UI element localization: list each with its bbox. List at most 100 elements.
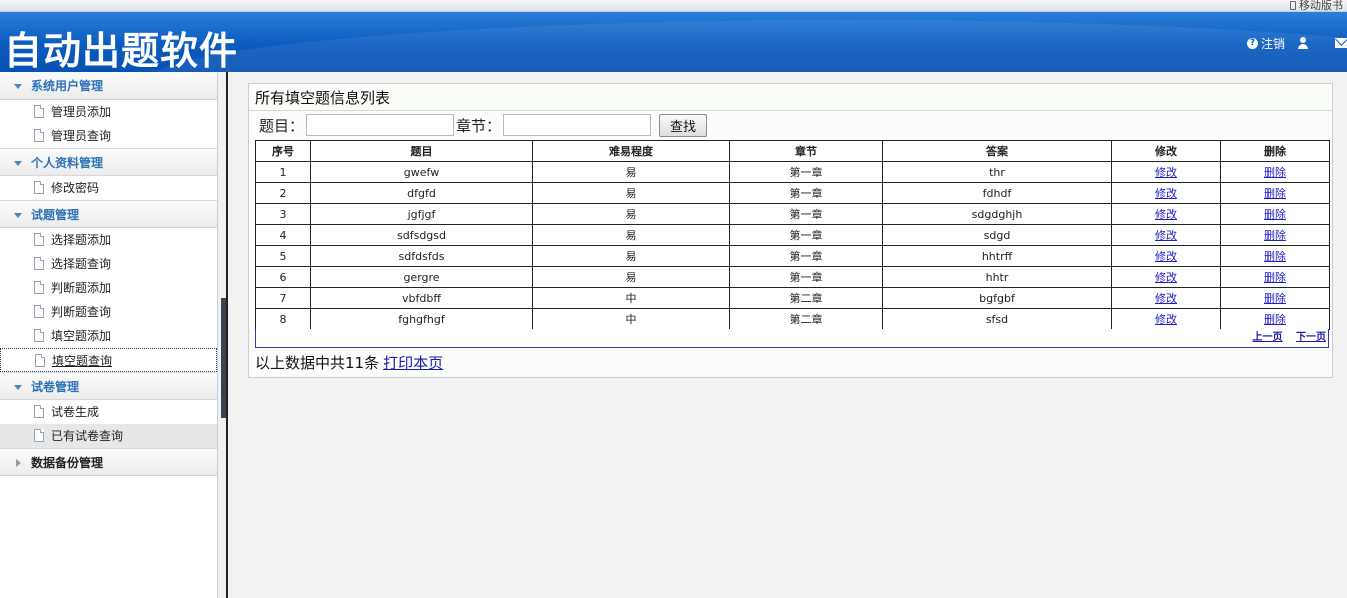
sidebar-item-choice-add[interactable]: 选择题添加 <box>0 228 217 252</box>
edit-link[interactable]: 修改 <box>1155 166 1177 179</box>
table-cell: 删除 <box>1220 203 1330 225</box>
table-row: 8 fghgfhgf 中第二章 sfsd 修改 删除 <box>255 308 1330 330</box>
table-cell: sdfdsfds <box>310 245 533 267</box>
edit-link[interactable]: 修改 <box>1155 187 1177 200</box>
sidebar-item-label: 判断题添加 <box>51 281 112 295</box>
sidebar-item-admin-add[interactable]: 管理员添加 <box>0 100 217 124</box>
table-cell: 删除 <box>1220 182 1330 204</box>
group-title: 数据备份管理 <box>31 456 104 470</box>
app-title: 自动出题软件 <box>4 29 239 72</box>
next-page-link[interactable]: 下一页 <box>1296 332 1326 343</box>
user-button[interactable] <box>1297 37 1309 49</box>
edit-link[interactable]: 修改 <box>1155 208 1177 221</box>
edit-link[interactable]: 修改 <box>1155 250 1177 263</box>
document-icon <box>34 281 44 294</box>
table-cell: 易 <box>532 182 730 204</box>
table-row: 1 gwefw 易第一章 thr 修改 删除 <box>255 161 1330 183</box>
sidebar-item-fill-add[interactable]: 填空题添加 <box>0 324 217 348</box>
table-cell: hhtrff <box>882 245 1112 267</box>
record-count-text: 以上数据中共11条 <box>255 354 380 372</box>
phone-icon <box>1290 1 1296 10</box>
table-cell: 修改 <box>1111 203 1221 225</box>
prev-page-link[interactable]: 上一页 <box>1253 332 1283 343</box>
search-button[interactable]: 查找 <box>659 113 708 137</box>
table-cell: 中 <box>532 287 730 309</box>
document-icon <box>34 129 44 142</box>
sidebar-item-judge-add[interactable]: 判断题添加 <box>0 276 217 300</box>
document-icon <box>34 405 44 418</box>
sidebar-group-profile[interactable]: 个人资料管理 <box>0 148 217 176</box>
print-page-link[interactable]: 打印本页 <box>383 354 443 372</box>
table-cell: 第一章 <box>729 182 883 204</box>
sidebar-item-label: 选择题查询 <box>51 257 112 271</box>
delete-link[interactable]: 删除 <box>1264 166 1286 179</box>
edit-link[interactable]: 修改 <box>1155 292 1177 305</box>
table-cell: 易 <box>532 224 730 246</box>
sidebar-item-judge-query[interactable]: 判断题查询 <box>0 300 217 324</box>
document-icon <box>34 329 44 342</box>
edit-link[interactable]: 修改 <box>1155 313 1177 326</box>
question-table: 序号 题目 难易程度 章节 答案 修改 删除 1 gwefw 易第一章 thr 修改 删除… <box>255 140 1330 330</box>
table-cell: 易 <box>532 266 730 288</box>
delete-link[interactable]: 删除 <box>1264 250 1286 263</box>
sidebar-item-choice-query[interactable]: 选择题查询 <box>0 252 217 276</box>
record-summary: 以上数据中共11条 打印本页 <box>255 352 443 373</box>
sidebar-item-admin-query[interactable]: 管理员查询 <box>0 124 217 148</box>
sidebar-item-fill-query[interactable]: 填空题查询 <box>0 348 217 372</box>
delete-link[interactable]: 删除 <box>1264 292 1286 305</box>
panel-title: 所有填空题信息列表 <box>249 84 1332 111</box>
sidebar-item-label: 填空题添加 <box>51 329 112 343</box>
table-cell: 删除 <box>1220 245 1330 267</box>
sidebar-item-paper-query[interactable]: 已有试卷查询 <box>0 424 217 448</box>
column-header: 序号 <box>255 140 311 162</box>
delete-link[interactable]: 删除 <box>1264 208 1286 221</box>
mail-button[interactable] <box>1335 38 1347 48</box>
table-cell: 第一章 <box>729 266 883 288</box>
delete-link[interactable]: 删除 <box>1264 187 1286 200</box>
table-cell: sdfsdgsd <box>310 224 533 246</box>
logout-button[interactable]: ? 注销 <box>1246 35 1285 52</box>
table-cell: 删除 <box>1220 287 1330 309</box>
sidebar-item-label: 管理员查询 <box>51 129 112 143</box>
table-row: 6 gergre 易第一章 hhtr 修改 删除 <box>255 266 1330 288</box>
topic-input[interactable] <box>306 114 455 136</box>
search-bar: 题目： 章节： 查找 <box>249 111 1332 139</box>
expand-arrow-icon <box>14 213 22 218</box>
delete-link[interactable]: 删除 <box>1264 229 1286 242</box>
group-title: 试卷管理 <box>31 380 80 394</box>
column-header: 章节 <box>729 140 883 162</box>
table-cell: 1 <box>255 161 311 183</box>
delete-link[interactable]: 删除 <box>1264 271 1286 284</box>
sidebar-splitter[interactable] <box>218 72 228 598</box>
table-header-row: 序号 题目 难易程度 章节 答案 修改 删除 <box>255 140 1330 162</box>
edit-link[interactable]: 修改 <box>1155 229 1177 242</box>
table-cell: 5 <box>255 245 311 267</box>
table-cell: sdgdghjh <box>882 203 1112 225</box>
table-cell: 修改 <box>1111 182 1221 204</box>
sidebar-group-backup[interactable]: 数据备份管理 <box>0 448 217 476</box>
sidebar-group-system-users[interactable]: 系统用户管理 <box>0 72 217 100</box>
sidebar-group-papers[interactable]: 试卷管理 <box>0 372 217 400</box>
table-cell: 中 <box>532 308 730 330</box>
group-title: 个人资料管理 <box>31 156 104 170</box>
column-header: 题目 <box>310 140 533 162</box>
table-row: 7 vbfdbff 中第二章 bgfgbf 修改 删除 <box>255 287 1330 309</box>
sidebar-item-paper-generate[interactable]: 试卷生成 <box>0 400 217 424</box>
sidebar-item-label: 填空题查询 <box>52 354 113 368</box>
group-title: 系统用户管理 <box>31 79 104 93</box>
sidebar-group-questions[interactable]: 试题管理 <box>0 200 217 228</box>
table-cell: gergre <box>310 266 533 288</box>
fill-question-panel: 所有填空题信息列表 题目： 章节： 查找 序号 题目 难易程度 章节 答案 修改… <box>248 83 1333 378</box>
chapter-input[interactable] <box>503 114 652 136</box>
sidebar-item-change-password[interactable]: 修改密码 <box>0 176 217 200</box>
delete-link[interactable]: 删除 <box>1264 313 1286 326</box>
group-title: 试题管理 <box>31 208 80 222</box>
table-cell: vbfdbff <box>310 287 533 309</box>
sidebar-item-label: 选择题添加 <box>51 233 112 247</box>
document-icon <box>34 181 44 194</box>
edit-link[interactable]: 修改 <box>1155 271 1177 284</box>
app-header: 自动出题软件 ? 注销 <box>0 12 1347 72</box>
expand-arrow-icon <box>14 385 22 390</box>
table-cell: 易 <box>532 161 730 183</box>
column-header: 答案 <box>882 140 1112 162</box>
